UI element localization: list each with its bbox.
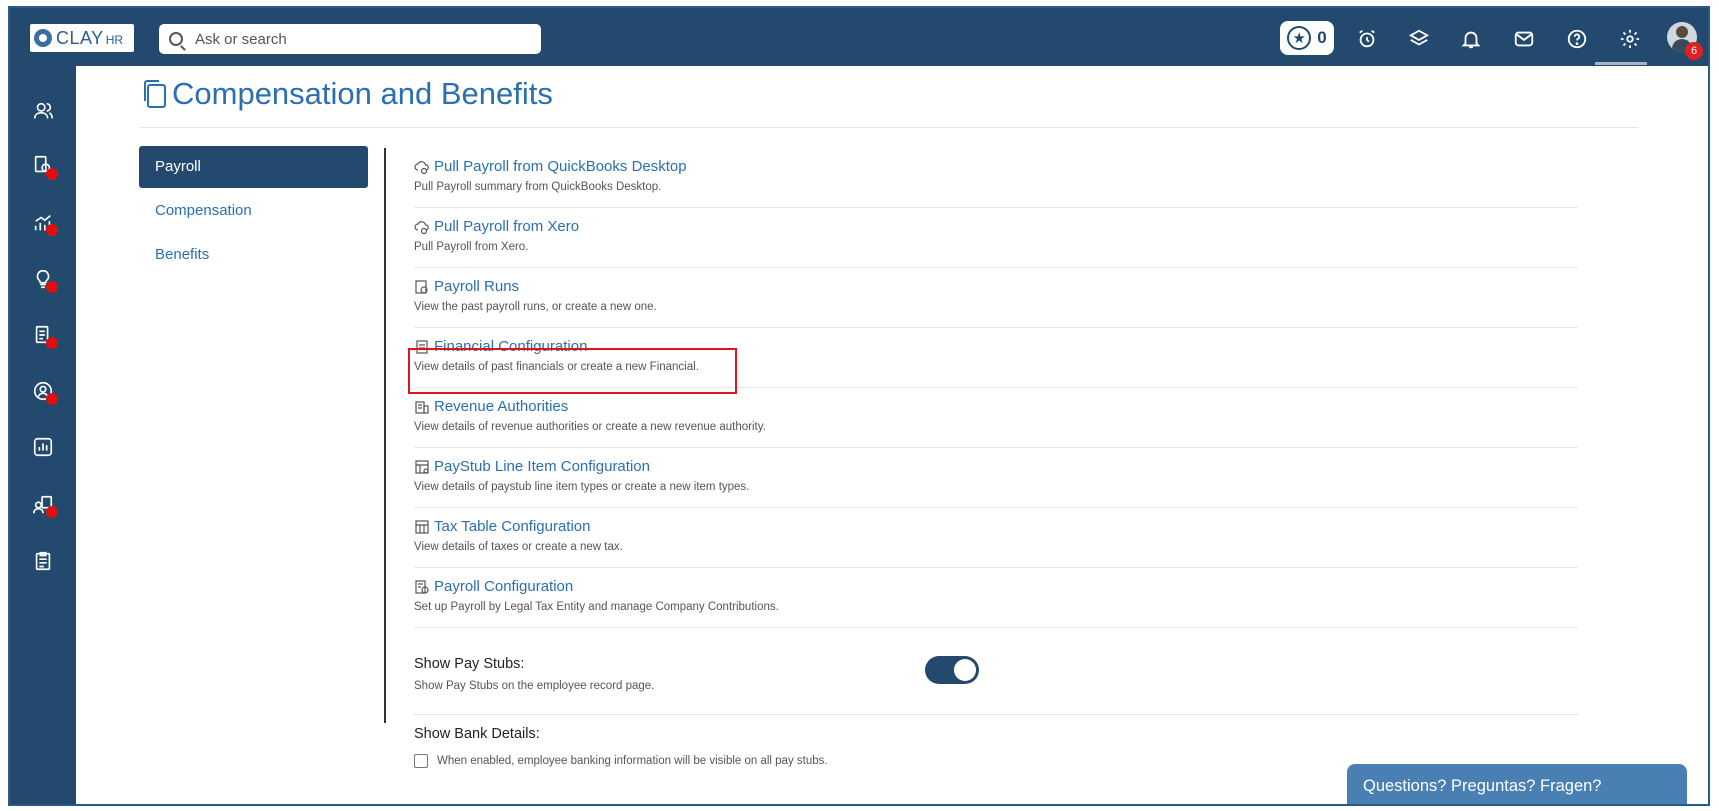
ideas-notification-dot: [46, 281, 58, 293]
show-bank-details-option: When enabled, employee banking informati…: [414, 754, 828, 768]
clayhr-logo[interactable]: CLAY HR: [30, 24, 134, 52]
show-pay-stubs-label: Show Pay Stubs:: [414, 656, 525, 672]
points-count: 0: [1317, 28, 1327, 47]
mail-icon[interactable]: [1510, 25, 1538, 53]
app-frame: CLAY HR ★ 0 6: [8, 6, 1710, 806]
page-header: Compensation and Benefits: [140, 76, 553, 112]
list-item: Revenue Authorities View details of reve…: [414, 388, 1578, 448]
reports-icon[interactable]: [28, 432, 58, 462]
revenue-authorities-link[interactable]: Revenue Authorities: [434, 398, 568, 415]
subnav-item-compensation[interactable]: Compensation: [139, 190, 368, 232]
show-bank-details-description: When enabled, employee banking informati…: [437, 755, 828, 767]
search-box[interactable]: [159, 24, 541, 54]
show-pay-stubs-description: Show Pay Stubs on the employee record pa…: [414, 680, 655, 692]
subnav: Payroll Compensation Benefits: [139, 146, 368, 278]
table-settings-icon: [415, 459, 429, 474]
list-item-description: View details of paystub line item types …: [414, 481, 750, 493]
copy-documents-icon: [144, 80, 166, 108]
list-item-description: Pull Payroll summary from QuickBooks Des…: [414, 181, 662, 193]
show-bank-details-setting: Show Bank Details: When enabled, employe…: [414, 726, 828, 768]
table-icon: [415, 519, 429, 534]
list-item-description: View the past payroll runs, or create a …: [414, 301, 657, 313]
performance-notification-dot: [46, 224, 58, 236]
subnav-divider: [384, 148, 386, 723]
tax-table-link[interactable]: Tax Table Configuration: [434, 518, 591, 535]
active-tab-indicator: [1595, 62, 1647, 65]
title-divider: [140, 127, 1638, 128]
list-item-description: View details of taxes or create a new ta…: [414, 541, 623, 553]
settings-divider: [414, 714, 1578, 715]
building-icon: [415, 400, 429, 414]
left-rail: [10, 66, 76, 804]
subnav-item-benefits[interactable]: Benefits: [139, 234, 368, 276]
list-item-description: Pull Payroll from Xero.: [414, 241, 529, 253]
search-input[interactable]: [195, 30, 525, 48]
logo-mark-icon: [34, 29, 52, 47]
profile-notification-dot: [46, 393, 58, 405]
list-item-description: Set up Payroll by Legal Tax Entity and m…: [414, 601, 779, 613]
show-bank-details-label: Show Bank Details:: [414, 726, 540, 742]
toggle-knob: [954, 659, 976, 681]
avatar-badge: 6: [1685, 42, 1703, 60]
alarm-clock-icon[interactable]: [1353, 25, 1381, 53]
show-pay-stubs-setting: Show Pay Stubs: Show Pay Stubs on the em…: [414, 656, 654, 692]
show-pay-stubs-toggle[interactable]: [925, 656, 979, 684]
gear-icon[interactable]: [1616, 25, 1644, 53]
cloud-sync-icon: [414, 220, 429, 234]
support-notification-dot: [46, 506, 58, 518]
points-button[interactable]: ★ 0: [1280, 21, 1334, 55]
logo-text: CLAY: [56, 27, 104, 48]
help-icon[interactable]: [1563, 25, 1591, 53]
list-item: PayStub Line Item Configuration View det…: [414, 448, 1578, 508]
list-item-description: View details of revenue authorities or c…: [414, 421, 766, 433]
people-icon[interactable]: [28, 96, 58, 126]
cloud-sync-icon: [414, 160, 429, 174]
show-bank-details-checkbox[interactable]: [414, 754, 428, 768]
list-item: Pull Payroll from Xero Pull Payroll from…: [414, 208, 1578, 268]
logo-sub: HR: [105, 33, 124, 47]
help-chat-button[interactable]: Questions? Preguntas? Fragen?: [1347, 764, 1687, 804]
subnav-item-payroll[interactable]: Payroll: [139, 146, 368, 188]
list-item: Pull Payroll from QuickBooks Desktop Pul…: [414, 148, 1578, 208]
checklist-icon[interactable]: [28, 546, 58, 576]
payroll-runs-link[interactable]: Payroll Runs: [434, 278, 519, 295]
list-item: Tax Table Configuration View details of …: [414, 508, 1578, 568]
list-item: Payroll Runs View the past payroll runs,…: [414, 268, 1578, 328]
layers-icon[interactable]: [1405, 25, 1433, 53]
payroll-config-icon: [415, 579, 429, 594]
hiring-notification-dot: [46, 168, 58, 180]
page-title: Compensation and Benefits: [172, 76, 553, 111]
pull-xero-link[interactable]: Pull Payroll from Xero: [434, 218, 579, 235]
paystub-line-item-link[interactable]: PayStub Line Item Configuration: [434, 458, 650, 475]
documents-notification-dot: [46, 337, 58, 349]
list-item: Payroll Configuration Set up Payroll by …: [414, 568, 1578, 628]
search-icon: [169, 32, 183, 46]
financial-configuration-highlight: [408, 348, 737, 394]
payroll-runs-icon: [415, 279, 428, 294]
payroll-configuration-link[interactable]: Payroll Configuration: [434, 578, 573, 595]
star-icon: ★: [1287, 26, 1312, 50]
pull-quickbooks-link[interactable]: Pull Payroll from QuickBooks Desktop: [434, 158, 687, 175]
bell-icon[interactable]: [1457, 25, 1485, 53]
top-bar: CLAY HR ★ 0 6: [10, 8, 1708, 66]
